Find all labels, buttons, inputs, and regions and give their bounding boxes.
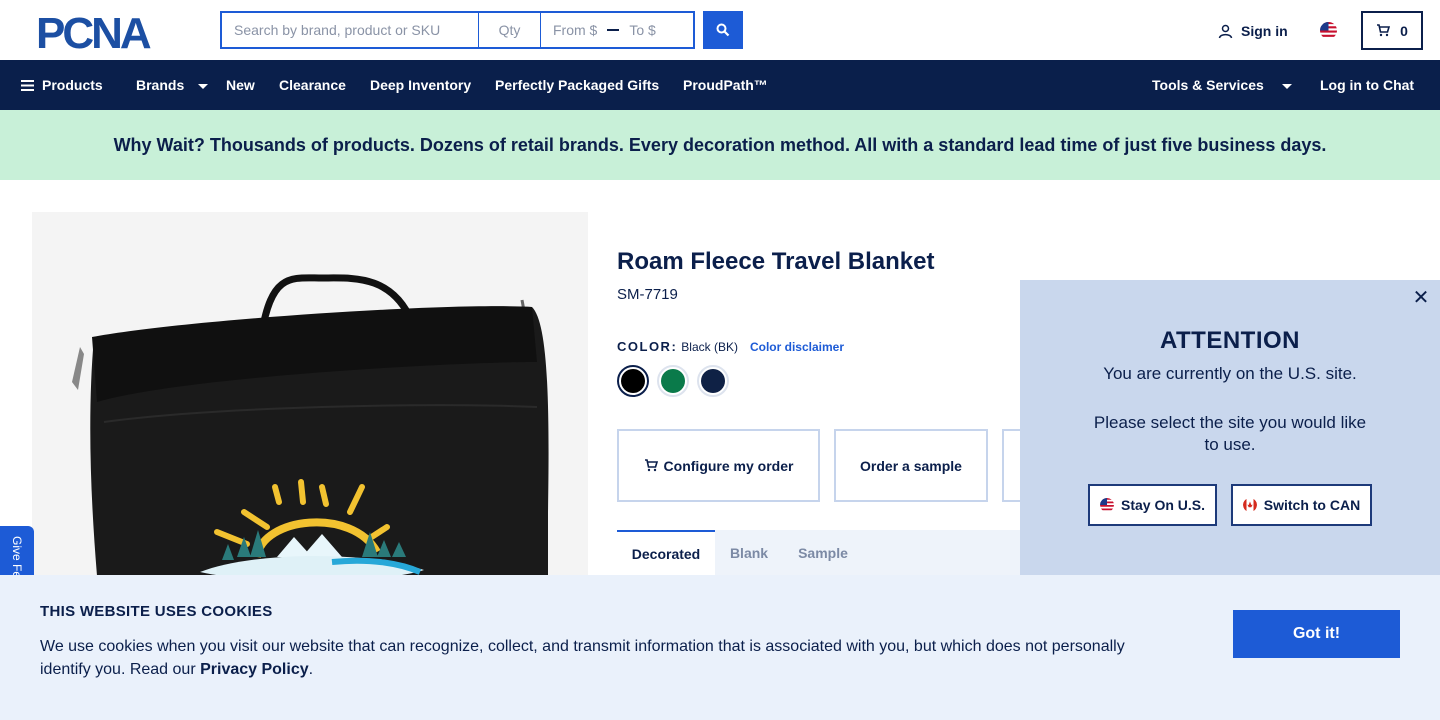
modal-select-prompt: Please select the site you would like to… bbox=[1093, 413, 1367, 454]
nav-products-label: Products bbox=[42, 77, 103, 93]
close-icon[interactable]: ✕ bbox=[1412, 287, 1430, 309]
nav-brands[interactable]: Brands bbox=[136, 60, 209, 110]
swatch-green[interactable] bbox=[657, 365, 689, 397]
nav-brands-label: Brands bbox=[136, 77, 185, 93]
stay-us-button[interactable]: Stay On U.S. bbox=[1088, 484, 1217, 526]
cookie-banner: THIS WEBSITE USES COOKIES We use cookies… bbox=[0, 575, 1440, 720]
nav-products[interactable]: Products bbox=[21, 60, 103, 110]
cookie-heading: THIS WEBSITE USES COOKIES bbox=[40, 603, 273, 620]
user-icon bbox=[1218, 24, 1233, 38]
configure-order-button[interactable]: Configure my order bbox=[617, 429, 820, 502]
sign-in-link[interactable]: Sign in bbox=[1218, 20, 1288, 42]
promo-banner: Why Wait? Thousands of products. Dozens … bbox=[0, 110, 1440, 180]
order-sample-button[interactable]: Order a sample bbox=[834, 429, 988, 502]
cookie-accept-button[interactable]: Got it! bbox=[1233, 610, 1400, 658]
swatch-navy[interactable] bbox=[697, 365, 729, 397]
search-bar: Search by brand, product or SKU Qty From… bbox=[220, 11, 695, 49]
us-flag-icon[interactable] bbox=[1320, 22, 1337, 39]
nav-deep-inventory[interactable]: Deep Inventory bbox=[370, 60, 471, 110]
pcna-logo[interactable]: PCNA bbox=[36, 12, 186, 50]
color-swatches bbox=[617, 365, 729, 397]
feedback-tab[interactable]: Give Feedback bbox=[0, 526, 34, 581]
nav-gifts[interactable]: Perfectly Packaged Gifts bbox=[495, 60, 659, 110]
cookie-text-end: . bbox=[308, 661, 314, 678]
product-title: Roam Fleece Travel Blanket bbox=[617, 248, 935, 275]
color-value: Black (BK) bbox=[681, 339, 738, 354]
canada-flag-icon bbox=[1242, 498, 1257, 512]
caret-down-icon bbox=[1281, 83, 1292, 89]
hamburger-icon bbox=[21, 79, 34, 91]
tab-blank[interactable]: Blank bbox=[715, 530, 783, 575]
promo-text: Why Wait? Thousands of products. Dozens … bbox=[113, 134, 1327, 155]
price-to-input[interactable]: To $ bbox=[629, 22, 655, 38]
price-from-input[interactable]: From $ bbox=[553, 22, 597, 38]
product-sku: SM-7719 bbox=[617, 286, 678, 303]
cart-button[interactable]: 0 bbox=[1361, 11, 1423, 50]
tab-sample[interactable]: Sample bbox=[783, 530, 863, 575]
order-sample-label: Order a sample bbox=[860, 457, 962, 474]
nav-new[interactable]: New bbox=[226, 60, 255, 110]
search-input[interactable]: Search by brand, product or SKU bbox=[222, 13, 479, 47]
main-nav: Products Brands New Clearance Deep Inven… bbox=[0, 60, 1440, 110]
range-dash bbox=[607, 29, 620, 31]
modal-heading: ATTENTION bbox=[1159, 327, 1301, 354]
nav-tools-services[interactable]: Tools & Services bbox=[1152, 60, 1292, 110]
swatch-black[interactable] bbox=[617, 365, 649, 397]
site-select-modal: ✕ ATTENTION You are currently on the U.S… bbox=[1020, 280, 1440, 575]
cart-icon bbox=[644, 459, 658, 472]
tab-decorated[interactable]: Decorated bbox=[617, 530, 715, 575]
nav-proudpath[interactable]: ProudPath™ bbox=[683, 60, 768, 110]
price-range: From $ To $ bbox=[541, 13, 693, 47]
sign-in-label: Sign in bbox=[1241, 23, 1288, 39]
logo-text: PCNA bbox=[36, 12, 151, 50]
color-disclaimer-link[interactable]: Color disclaimer bbox=[750, 340, 844, 354]
modal-current-site: You are currently on the U.S. site. bbox=[1103, 364, 1357, 383]
cart-count: 0 bbox=[1400, 22, 1408, 39]
nav-tools-label: Tools & Services bbox=[1152, 77, 1264, 93]
us-flag-icon bbox=[1099, 498, 1114, 512]
color-selector-row: COLOR: Black (BK) Color disclaimer bbox=[617, 339, 844, 354]
caret-down-icon bbox=[198, 83, 209, 89]
swatch-fill bbox=[701, 369, 725, 393]
nav-login-chat[interactable]: Log in to Chat bbox=[1320, 60, 1414, 110]
stay-us-label: Stay On U.S. bbox=[1120, 497, 1206, 513]
search-button[interactable] bbox=[703, 11, 743, 49]
swatch-fill bbox=[661, 369, 685, 393]
color-label: COLOR: bbox=[617, 339, 678, 354]
swatch-fill bbox=[621, 369, 645, 393]
cart-icon bbox=[1377, 24, 1391, 37]
cookie-text: We use cookies when you visit our websit… bbox=[40, 635, 1150, 681]
switch-can-label: Switch to CAN bbox=[1263, 497, 1361, 513]
configure-order-label: Configure my order bbox=[663, 457, 794, 474]
nav-clearance[interactable]: Clearance bbox=[279, 60, 346, 110]
qty-input[interactable]: Qty bbox=[479, 13, 541, 47]
switch-can-button[interactable]: Switch to CAN bbox=[1231, 484, 1372, 526]
search-icon bbox=[716, 23, 730, 37]
site-header: PCNA Search by brand, product or SKU Qty… bbox=[0, 0, 1440, 60]
privacy-policy-link[interactable]: Privacy Policy bbox=[200, 661, 309, 678]
